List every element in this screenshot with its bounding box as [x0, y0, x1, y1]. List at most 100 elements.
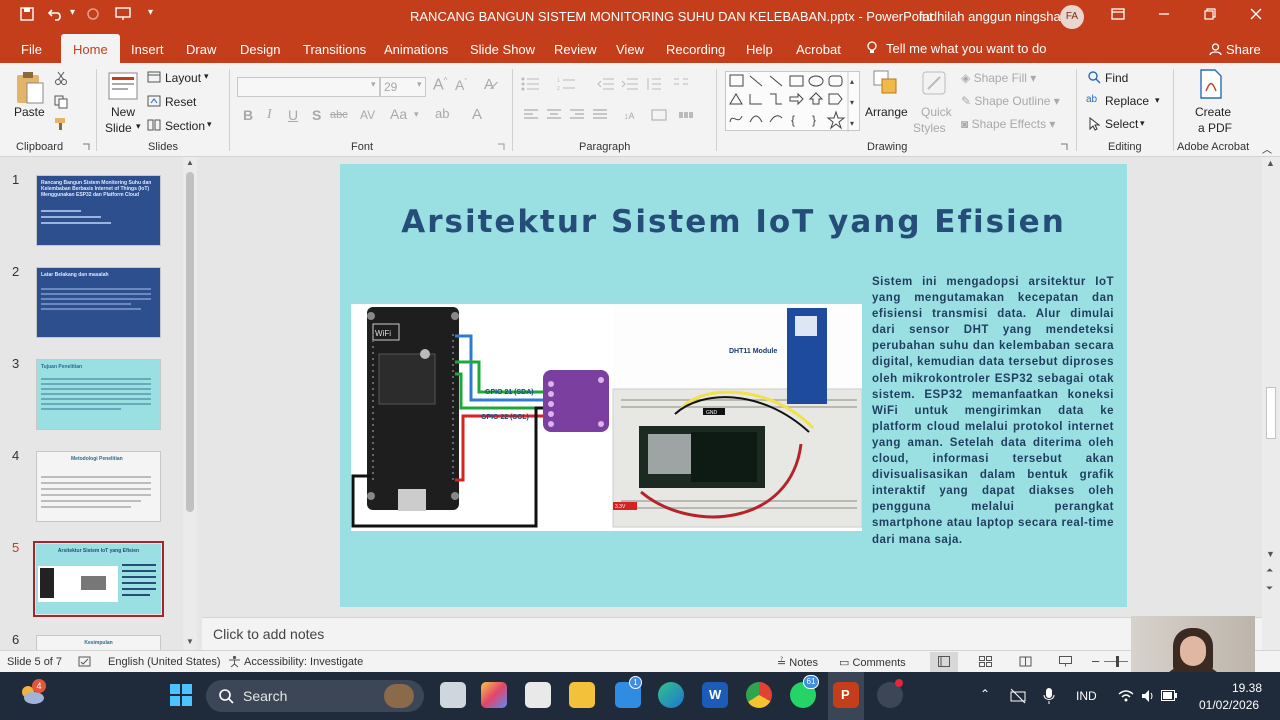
section-button[interactable]: Section — [165, 119, 205, 133]
highlight-icon[interactable]: ab — [435, 106, 449, 121]
new-slide-icon[interactable] — [108, 69, 138, 101]
user-name[interactable]: fadhilah anggun ningsha — [919, 9, 1061, 24]
select-dropdown-icon[interactable]: ▾ — [1140, 118, 1145, 129]
cut-icon[interactable] — [54, 71, 68, 85]
slide-title[interactable]: Arsitektur Sistem IoT yang Efisien — [340, 204, 1127, 240]
shadow-icon[interactable]: S — [312, 107, 321, 123]
font-name-dropdown-icon[interactable]: ▾ — [371, 79, 376, 90]
shape-fill-button[interactable]: ◈ Shape Fill ▾ — [961, 71, 1036, 85]
dialog-launcher-icon[interactable] — [82, 143, 90, 151]
slide-thumbnail-1[interactable]: Rancang Bangun Sistem Monitoring Suhu da… — [36, 175, 161, 246]
increase-indent-icon[interactable] — [621, 77, 639, 91]
justify-icon[interactable] — [592, 109, 608, 121]
task-view-icon[interactable] — [440, 682, 466, 708]
underline-icon[interactable]: U — [288, 107, 298, 123]
ribbon-display-icon[interactable] — [1108, 7, 1128, 23]
battery-icon[interactable] — [1161, 690, 1177, 701]
create-pdf-icon[interactable] — [1198, 69, 1224, 99]
customize-qat-icon[interactable]: ▾ — [148, 7, 153, 18]
tab-acrobat[interactable]: Acrobat — [796, 42, 841, 57]
copy-icon[interactable] — [54, 95, 68, 109]
tab-recording[interactable]: Recording — [666, 42, 725, 57]
strikethrough-icon[interactable]: abc — [330, 109, 348, 121]
replace-dropdown-icon[interactable]: ▾ — [1155, 95, 1160, 106]
store-icon[interactable] — [525, 682, 551, 708]
new-slide-label-1[interactable]: New — [111, 105, 135, 119]
font-size-dropdown-icon[interactable]: ▾ — [417, 79, 422, 90]
slide-thumbnail-3[interactable]: Tujuan Penelitian — [36, 359, 161, 430]
volume-icon[interactable] — [1141, 689, 1155, 703]
smartart-icon[interactable] — [678, 109, 694, 121]
share-button[interactable]: Share — [1209, 42, 1261, 57]
reset-button[interactable]: Reset — [165, 95, 196, 109]
change-case-dropdown-icon[interactable]: ▾ — [414, 109, 419, 120]
scroll-down-icon[interactable]: ▼ — [186, 637, 194, 646]
clock-time[interactable]: 19.38 — [1232, 681, 1262, 695]
text-direction-icon[interactable]: ↕A — [624, 109, 640, 121]
change-case-icon[interactable]: Aa — [390, 106, 407, 122]
notes-pane[interactable]: Click to add notes — [202, 617, 1262, 650]
layout-dropdown-icon[interactable]: ▾ — [204, 71, 209, 82]
tab-view[interactable]: View — [616, 42, 644, 57]
grow-font-icon[interactable]: A^ — [433, 76, 447, 94]
slideshow-start-icon[interactable] — [115, 7, 131, 24]
select-button[interactable]: Select — [1105, 117, 1138, 131]
thumbnails-scrollbar[interactable]: ▲ ▼ — [183, 157, 197, 650]
slide-sorter-icon[interactable] — [979, 656, 992, 667]
char-spacing-icon[interactable]: AV — [360, 108, 375, 122]
normal-view-button[interactable] — [930, 652, 958, 672]
word-icon[interactable]: W — [702, 682, 728, 708]
chrome-icon[interactable] — [746, 682, 772, 708]
tab-animations[interactable]: Animations — [384, 42, 448, 57]
columns-icon[interactable] — [673, 77, 689, 91]
shapes-gallery[interactable]: { } ▴ ▾ ▾ — [725, 71, 860, 132]
scrollbar-thumb[interactable] — [1266, 387, 1276, 439]
tasks-app-icon[interactable]: 1 — [615, 676, 642, 708]
weather-icon[interactable]: 4 — [18, 679, 46, 711]
undo-icon[interactable] — [47, 7, 64, 24]
copilot-icon[interactable] — [481, 682, 507, 708]
slide-body-text[interactable]: Sistem ini mengadopsi arsitektur IoT yan… — [872, 274, 1114, 548]
tab-help[interactable]: Help — [746, 42, 773, 57]
shrink-font-icon[interactable]: Aˇ — [455, 77, 467, 93]
tab-slide-show[interactable]: Slide Show — [470, 42, 535, 57]
undo-dropdown-icon[interactable]: ▾ — [70, 7, 75, 18]
replace-button[interactable]: Replace — [1105, 94, 1149, 108]
tab-insert[interactable]: Insert — [131, 42, 164, 57]
zoom-out-icon[interactable]: – — [1092, 653, 1099, 668]
quick-styles-label-1[interactable]: Quick — [921, 105, 952, 119]
create-pdf-label-2[interactable]: a PDF — [1198, 121, 1232, 135]
restore-icon[interactable] — [1200, 7, 1220, 23]
tab-draw[interactable]: Draw — [186, 42, 216, 57]
tab-review[interactable]: Review — [554, 42, 597, 57]
paste-icon[interactable] — [15, 71, 45, 105]
clear-formatting-icon[interactable]: A̷ — [484, 76, 494, 93]
tab-transitions[interactable]: Transitions — [303, 42, 366, 57]
font-name-combo[interactable] — [237, 77, 380, 97]
slide-counter[interactable]: Slide 5 of 7 — [7, 656, 62, 668]
spelling-icon[interactable] — [78, 656, 91, 667]
avatar[interactable]: FA — [1060, 5, 1084, 29]
windows-start-icon[interactable] — [168, 682, 194, 708]
scrollbar-thumb[interactable] — [186, 172, 194, 512]
current-slide[interactable]: Arsitektur Sistem IoT yang Efisien WiFi — [340, 164, 1127, 607]
font-color-icon[interactable]: A — [472, 106, 482, 123]
align-left-icon[interactable] — [523, 109, 539, 121]
italic-icon[interactable]: I — [267, 107, 272, 123]
line-spacing-icon[interactable] — [646, 77, 662, 91]
section-dropdown-icon[interactable]: ▾ — [207, 119, 212, 130]
shape-effects-button[interactable]: ◙ Shape Effects ▾ — [961, 117, 1055, 131]
next-slide-icon[interactable]: ⏷ — [1266, 583, 1273, 594]
reading-view-icon[interactable] — [1019, 656, 1032, 667]
save-icon[interactable] — [20, 7, 34, 24]
powerpoint-taskbar-active[interactable]: P — [828, 672, 864, 720]
drawing-dialog-launcher-icon[interactable] — [1060, 143, 1068, 151]
shape-outline-button[interactable]: ✎ Shape Outline ▾ — [961, 94, 1060, 108]
find-button[interactable]: Find — [1105, 71, 1128, 85]
obs-icon[interactable] — [877, 679, 903, 708]
microphone-icon[interactable] — [1043, 687, 1055, 705]
prev-slide-icon[interactable]: ⏶ — [1266, 565, 1273, 576]
decrease-indent-icon[interactable] — [597, 77, 615, 91]
file-explorer-icon[interactable] — [569, 682, 595, 708]
new-slide-dropdown-icon[interactable]: ▾ — [136, 121, 141, 132]
